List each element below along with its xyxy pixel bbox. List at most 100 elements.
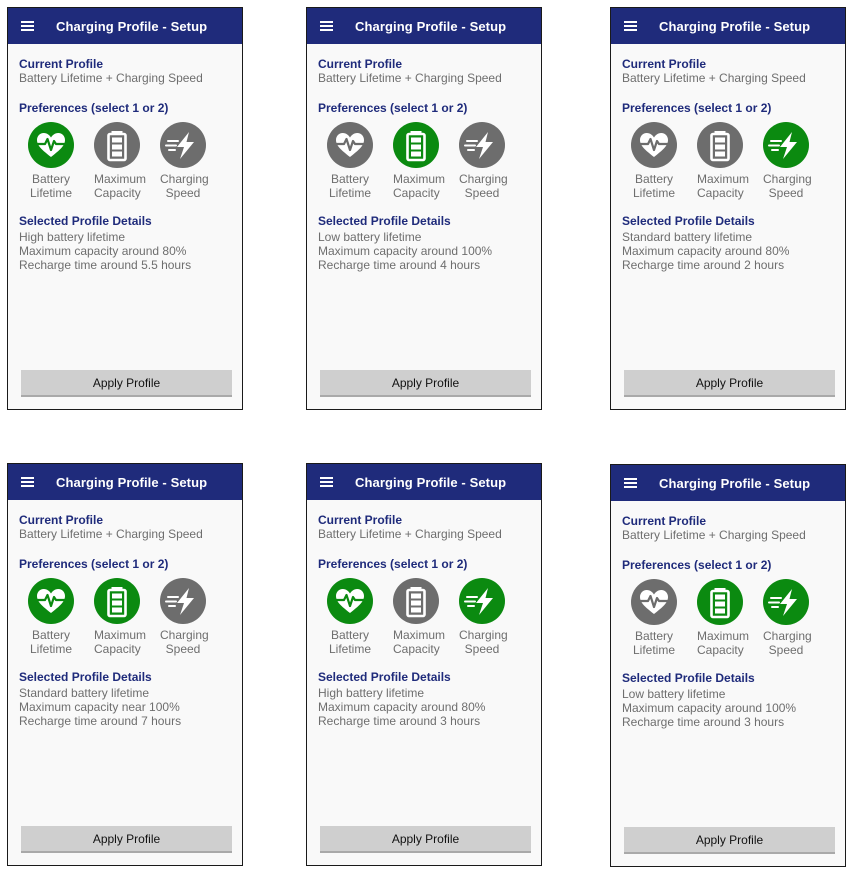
preference-battery[interactable]: Maximum Capacity [393, 578, 459, 656]
preference-label: Battery Lifetime [631, 172, 677, 200]
current-profile-value: Battery Lifetime + Charging Speed [19, 527, 203, 541]
app-bar-title: Charging Profile - Setup [56, 474, 208, 490]
profile-details-heading: Selected Profile Details [19, 214, 152, 228]
current-profile-value: Battery Lifetime + Charging Speed [622, 71, 806, 85]
preference-label-line2: Speed [768, 643, 804, 657]
apply-profile-button[interactable]: Apply Profile [320, 370, 531, 397]
preference-options: Battery Lifetime Maximum Capacity Chargi… [631, 122, 834, 200]
preference-label-line1: Charging [459, 628, 508, 642]
preference-label-line2: Capacity [697, 186, 744, 200]
apply-profile-button[interactable]: Apply Profile [21, 370, 232, 397]
app-bar-title: Charging Profile - Setup [355, 474, 507, 490]
battery-icon[interactable] [393, 578, 439, 624]
fast-charge-icon[interactable] [763, 122, 809, 168]
preference-heart-pulse[interactable]: Battery Lifetime [631, 579, 697, 657]
preference-label-line1: Charging [160, 172, 209, 186]
fast-charge-icon[interactable] [459, 122, 505, 168]
apply-profile-button[interactable]: Apply Profile [320, 826, 531, 853]
current-profile-heading: Current Profile [622, 514, 707, 528]
preference-options: Battery Lifetime Maximum Capacity Chargi… [28, 578, 231, 656]
preference-label-line2: Capacity [393, 642, 440, 656]
profile-details-heading: Selected Profile Details [622, 671, 755, 685]
preference-fast-charge[interactable]: Charging Speed [160, 578, 226, 656]
preference-label-line1: Battery [31, 172, 70, 186]
profile-details-heading: Selected Profile Details [19, 670, 152, 684]
preference-fast-charge[interactable]: Charging Speed [160, 122, 226, 200]
phone-screen: Charging Profile - Setup Current Profile… [306, 7, 542, 410]
fast-charge-icon[interactable] [160, 578, 206, 624]
preference-battery[interactable]: Maximum Capacity [94, 122, 160, 200]
phone-screen: Charging Profile - Setup Current Profile… [610, 464, 846, 867]
battery-icon[interactable] [697, 579, 743, 625]
hamburger-menu-icon[interactable] [320, 21, 333, 31]
hamburger-menu-icon[interactable] [21, 21, 34, 31]
preference-label: Charging Speed [160, 628, 209, 656]
profile-details-heading: Selected Profile Details [318, 670, 451, 684]
hamburger-menu-icon[interactable] [624, 21, 637, 31]
detail-line: High battery lifetime [19, 230, 126, 244]
battery-icon[interactable] [393, 122, 439, 168]
preference-battery[interactable]: Maximum Capacity [697, 579, 763, 657]
current-profile-heading: Current Profile [622, 57, 707, 71]
detail-line: Recharge time around 3 hours [622, 715, 785, 729]
preferences-heading: Preferences (select 1 or 2) [318, 557, 468, 571]
preference-label-line2: Speed [464, 186, 500, 200]
heart-pulse-icon[interactable] [631, 122, 677, 168]
detail-line: Maximum capacity around 80% [622, 244, 790, 258]
preference-label: Maximum Capacity [697, 629, 749, 657]
battery-icon[interactable] [94, 122, 140, 168]
preferences-heading: Preferences (select 1 or 2) [622, 558, 772, 572]
hamburger-menu-icon[interactable] [21, 477, 34, 487]
preference-fast-charge[interactable]: Charging Speed [459, 122, 525, 200]
heart-pulse-icon[interactable] [327, 578, 373, 624]
preference-label-line1: Charging [763, 172, 812, 186]
preference-fast-charge[interactable]: Charging Speed [763, 579, 829, 657]
profile-details-heading: Selected Profile Details [318, 214, 451, 228]
apply-profile-button[interactable]: Apply Profile [624, 827, 835, 854]
app-bar: Charging Profile - Setup [8, 8, 242, 44]
preference-battery[interactable]: Maximum Capacity [393, 122, 459, 200]
preference-heart-pulse[interactable]: Battery Lifetime [631, 122, 697, 200]
preference-label: Maximum Capacity [94, 628, 146, 656]
fast-charge-icon[interactable] [459, 578, 505, 624]
preference-fast-charge[interactable]: Charging Speed [459, 578, 525, 656]
heart-pulse-icon[interactable] [28, 122, 74, 168]
fast-charge-icon[interactable] [763, 579, 809, 625]
heart-pulse-icon[interactable] [28, 578, 74, 624]
profile-details-heading: Selected Profile Details [622, 214, 755, 228]
battery-icon[interactable] [697, 122, 743, 168]
phone-screen: Charging Profile - Setup Current Profile… [7, 7, 243, 410]
detail-line: Maximum capacity around 100% [622, 701, 797, 715]
preference-heart-pulse[interactable]: Battery Lifetime [327, 122, 393, 200]
hamburger-menu-icon[interactable] [624, 478, 637, 488]
app-bar-title: Charging Profile - Setup [659, 18, 811, 34]
preference-label: Charging Speed [160, 172, 209, 200]
hamburger-menu-icon[interactable] [320, 477, 333, 487]
preference-heart-pulse[interactable]: Battery Lifetime [28, 578, 94, 656]
battery-icon[interactable] [94, 578, 140, 624]
preference-heart-pulse[interactable]: Battery Lifetime [327, 578, 393, 656]
preference-label-line1: Battery [634, 172, 673, 186]
preference-label-line2: Lifetime [328, 186, 372, 200]
preference-fast-charge[interactable]: Charging Speed [763, 122, 829, 200]
heart-pulse-icon[interactable] [631, 579, 677, 625]
current-profile-value: Battery Lifetime + Charging Speed [622, 528, 806, 542]
fast-charge-icon[interactable] [160, 122, 206, 168]
profile-details: Low battery lifetime Maximum capacity aro… [318, 230, 530, 272]
preference-battery[interactable]: Maximum Capacity [94, 578, 160, 656]
detail-line: Recharge time around 2 hours [622, 258, 785, 272]
preference-label: Battery Lifetime [327, 172, 373, 200]
apply-profile-button[interactable]: Apply Profile [21, 826, 232, 853]
apply-profile-button[interactable]: Apply Profile [624, 370, 835, 397]
preference-battery[interactable]: Maximum Capacity [697, 122, 763, 200]
preference-label: Maximum Capacity [94, 172, 146, 200]
preference-label-line2: Speed [165, 642, 201, 656]
detail-line: Maximum capacity near 100% [19, 700, 180, 714]
heart-pulse-icon[interactable] [327, 122, 373, 168]
screen-content: Current Profile Battery Lifetime + Charg… [8, 57, 242, 272]
detail-line: Standard battery lifetime [622, 230, 753, 244]
preference-heart-pulse[interactable]: Battery Lifetime [28, 122, 94, 200]
preference-label: Maximum Capacity [393, 628, 445, 656]
profile-details: High battery lifetime Maximum capacity ar… [19, 230, 231, 272]
preference-label-line1: Battery [330, 172, 369, 186]
